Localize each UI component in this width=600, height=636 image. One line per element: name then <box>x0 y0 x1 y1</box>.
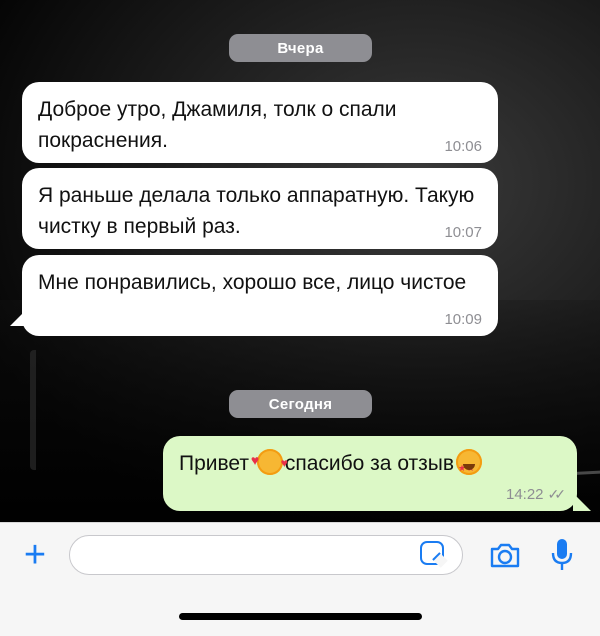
message-time: 10:06 <box>444 138 482 155</box>
chat-background: Вчера Доброе утро, Джамиля, толк о спали… <box>0 0 600 522</box>
star-struck-icon <box>456 449 483 484</box>
message-text: Я раньше делала только аппаратную. Такую… <box>38 184 475 238</box>
double-check-icon: ✓✓ <box>547 486 567 502</box>
outgoing-message-bubble[interactable]: Привет спасибо за отзыв 14:22✓✓ <box>163 436 577 511</box>
date-pill-yesterday: Вчера <box>229 34 372 62</box>
message-bubble-1[interactable]: Доброе утро, Джамиля, толк о спали покра… <box>22 82 498 163</box>
sticker-icon[interactable] <box>420 541 444 565</box>
date-pill-today: Сегодня <box>229 390 372 418</box>
message-input[interactable] <box>69 535 463 575</box>
message-meta: 14:22 ✓✓ <box>505 486 567 503</box>
microphone-icon[interactable] <box>551 537 573 573</box>
message-bubble-3[interactable]: Мне понравились, хорошо все, лицо чистое… <box>22 255 498 336</box>
message-text-part1: Привет <box>179 452 255 475</box>
message-text-part2: спасибо за отзыв <box>284 452 455 475</box>
incoming-bubble-tail <box>10 308 28 326</box>
message-text: Доброе утро, Джамиля, толк о спали покра… <box>38 98 397 152</box>
message-time: 10:09 <box>444 311 482 328</box>
message-text: Мне понравились, хорошо все, лицо чистое <box>38 271 467 294</box>
plus-icon[interactable]: + <box>18 536 52 574</box>
smiling-face-with-hearts-icon <box>251 445 288 479</box>
message-text: Привет спасибо за отзыв <box>179 445 561 484</box>
camera-icon[interactable] <box>489 542 521 568</box>
outgoing-bubble-tail <box>573 493 591 511</box>
message-time: 14:22 <box>505 486 544 503</box>
message-bubble-2[interactable]: Я раньше делала только аппаратную. Такую… <box>22 168 498 249</box>
message-time: 10:07 <box>444 224 482 241</box>
background-chair <box>30 350 66 470</box>
home-indicator <box>179 613 422 620</box>
